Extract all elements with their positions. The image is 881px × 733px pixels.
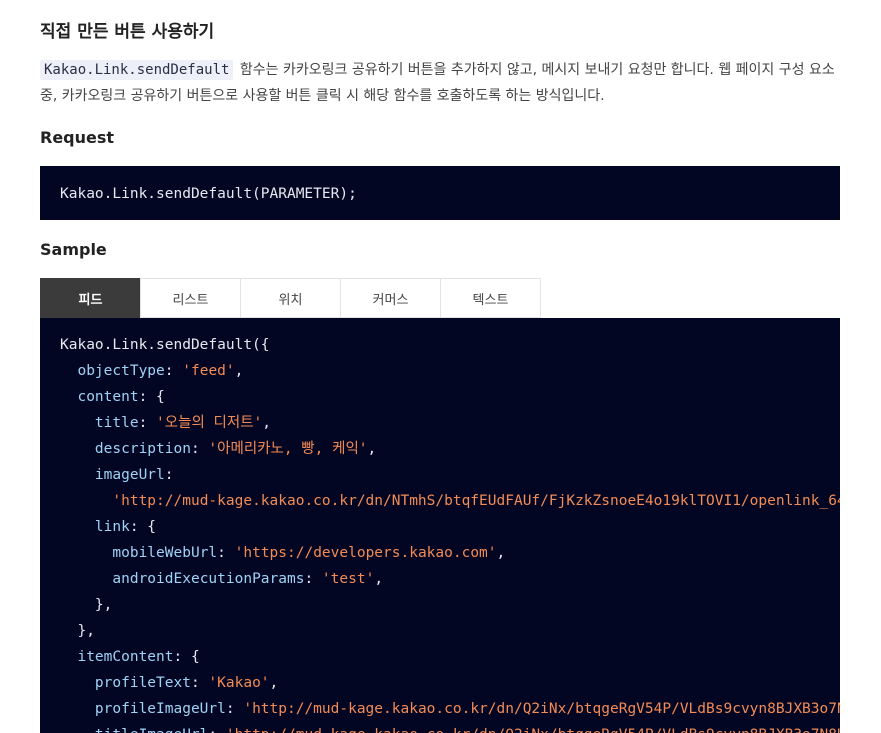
code-line: link: { (60, 514, 840, 540)
code-key: titleImageUrl (95, 727, 209, 733)
code-string: 'http://mud-kage.kakao.co.kr/dn/Q2iNx/bt… (226, 727, 840, 733)
code-key: objectType (77, 363, 165, 379)
tab-location[interactable]: 위치 (240, 278, 340, 318)
code-string: 'feed' (182, 363, 235, 379)
code-text: : (164, 467, 174, 483)
code-string: 'https://developers.kakao.com' (234, 545, 497, 561)
code-line: profileImageUrl: 'http://mud-kage.kakao.… (60, 696, 840, 722)
code-string: '아메리카노, 빵, 케익' (208, 441, 368, 457)
tab-list[interactable]: 리스트 (140, 278, 240, 318)
code-string: 'http://mud-kage.kakao.co.kr/dn/Q2iNx/bt… (243, 701, 840, 717)
tab-commerce[interactable]: 커머스 (340, 278, 440, 318)
code-text: }, (60, 597, 113, 613)
code-line: title: '오늘의 디저트', (60, 410, 840, 436)
code-text: : (190, 675, 209, 691)
code-line: objectType: 'feed', (60, 358, 840, 384)
inline-code-function-name: Kakao.Link.sendDefault (40, 60, 234, 80)
code-key: description (94, 441, 191, 457)
code-text: }, (60, 623, 95, 639)
code-text: : { (173, 649, 200, 665)
request-code-block: Kakao.Link.sendDefault(PARAMETER); (40, 166, 840, 220)
code-text: Kakao.Link.sendDefault({ (60, 337, 270, 353)
code-text: : (304, 571, 322, 587)
code-text: : (217, 545, 235, 561)
code-text: , (367, 441, 377, 457)
code-key: link (94, 519, 130, 535)
code-line: androidExecutionParams: 'test', (60, 566, 840, 592)
code-text: : (225, 701, 244, 717)
code-text: : (164, 363, 183, 379)
code-line: }, (60, 618, 840, 644)
code-text: , (374, 571, 384, 587)
code-text: , (234, 363, 244, 379)
code-line: description: '아메리카노, 빵, 케익', (60, 436, 840, 462)
code-line: profileText: 'Kakao', (60, 670, 840, 696)
code-string: 'Kakao' (208, 675, 270, 691)
code-key: mobileWebUrl (112, 545, 218, 561)
code-text: , (262, 415, 272, 431)
code-key: content (77, 389, 139, 405)
section-title: 직접 만든 버튼 사용하기 (40, 22, 215, 42)
code-key: itemContent (77, 649, 174, 665)
code-key: androidExecutionParams (112, 571, 305, 587)
code-text: : { (138, 389, 165, 405)
code-line: content: { (60, 384, 840, 410)
code-line: Kakao.Link.sendDefault({ (60, 332, 840, 358)
code-key: profileImageUrl (94, 701, 226, 717)
code-line: 'http://mud-kage.kakao.co.kr/dn/NTmhS/bt… (60, 488, 840, 514)
code-line: mobileWebUrl: 'https://developers.kakao.… (60, 540, 840, 566)
code-text: : (208, 727, 225, 733)
section-description: Kakao.Link.sendDefault 함수는 카카오링크 공유하기 버튼… (40, 57, 840, 109)
tab-feed[interactable]: 피드 (40, 278, 140, 318)
code-line: titleImageUrl: 'http://mud-kage.kakao.co… (60, 722, 840, 733)
code-key: imageUrl (94, 467, 165, 483)
code-string: 'http://mud-kage.kakao.co.kr/dn/NTmhS/bt… (112, 493, 840, 509)
code-key: profileText (94, 675, 191, 691)
sample-tabs: 피드 리스트 위치 커머스 텍스트 (40, 278, 541, 318)
code-text: : { (129, 519, 157, 535)
code-string: 'test' (321, 571, 375, 587)
code-text: , (269, 675, 279, 691)
code-text: : (190, 441, 209, 457)
code-line: imageUrl: (60, 462, 840, 488)
request-code-text: Kakao.Link.sendDefault(PARAMETER); (60, 186, 357, 202)
code-text: , (496, 545, 506, 561)
code-line: }, (60, 592, 840, 618)
sample-label: Sample (40, 240, 107, 259)
code-text: : (138, 415, 157, 431)
request-label: Request (40, 128, 115, 147)
code-key: title (94, 415, 139, 431)
code-line: itemContent: { (60, 644, 840, 670)
code-string: '오늘의 디저트' (156, 415, 263, 431)
tab-text[interactable]: 텍스트 (440, 278, 541, 318)
sample-code-block: Kakao.Link.sendDefault({ objectType: 'fe… (40, 318, 840, 733)
